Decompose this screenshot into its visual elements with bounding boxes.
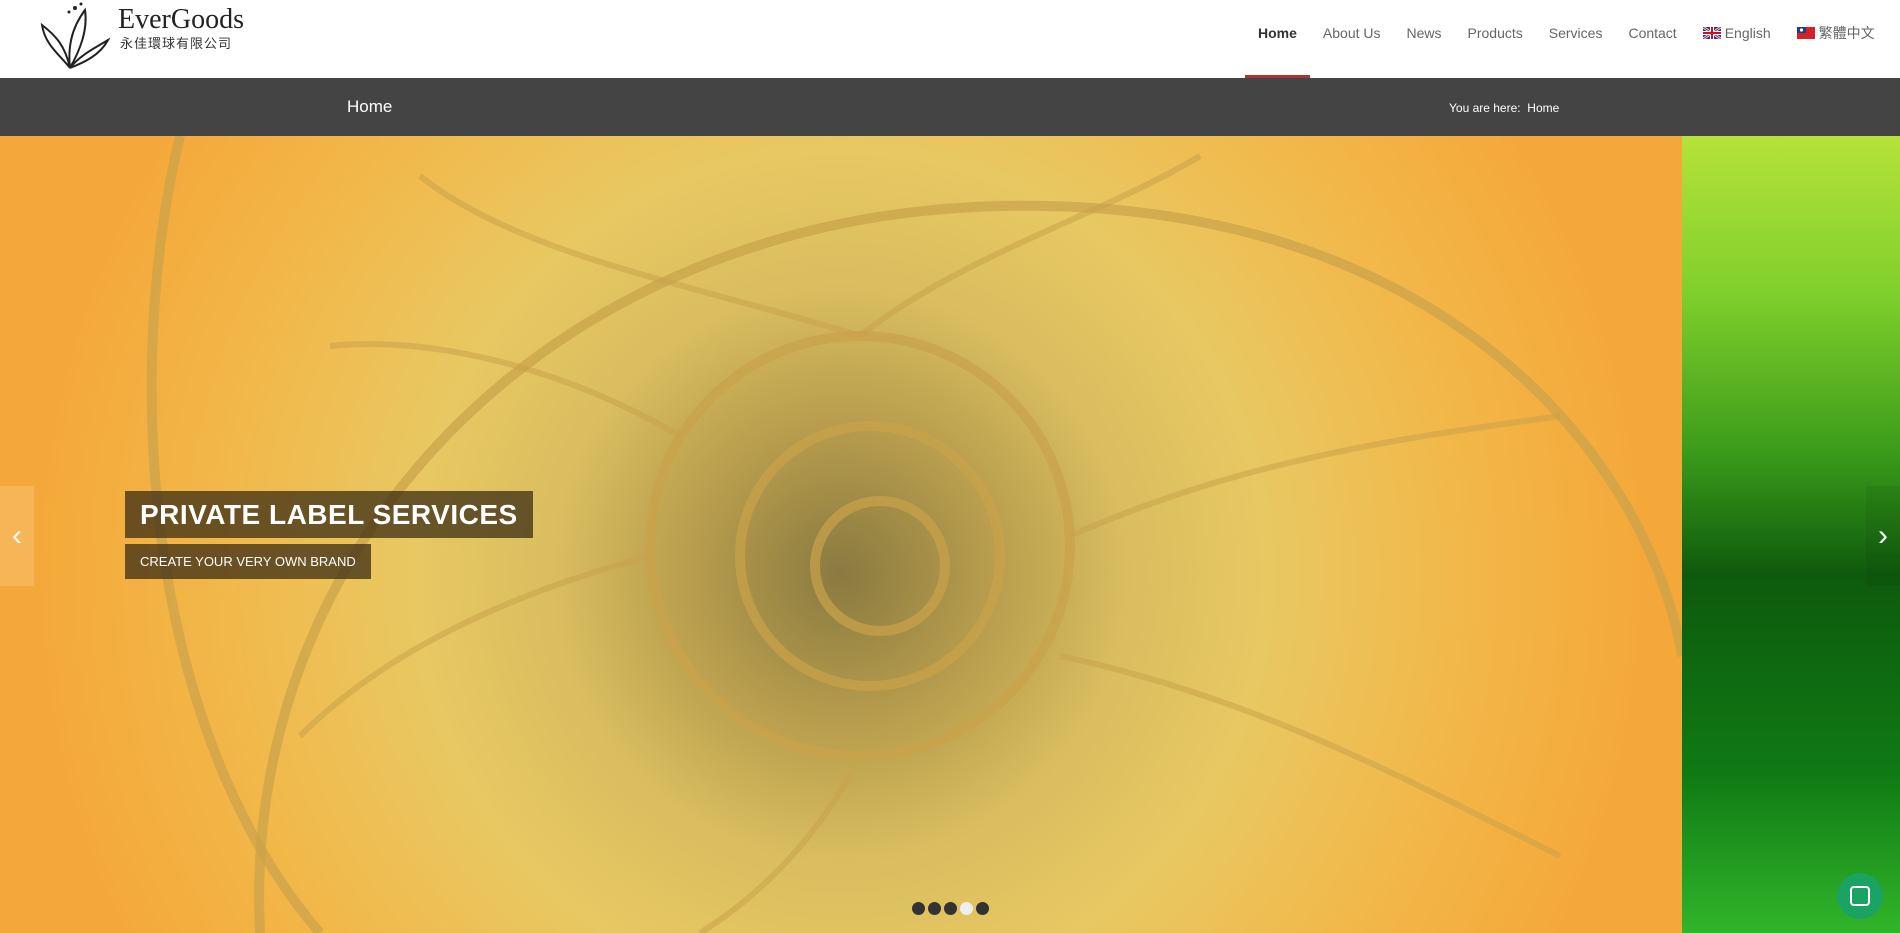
site-logo[interactable]: EverGoods 永佳環球有限公司 [40,0,260,72]
breadcrumb: You are here: Home [1449,101,1559,115]
slider-next-button[interactable]: › [1866,486,1900,586]
taiwan-flag-icon [1796,27,1815,39]
lang-english-label: English [1724,25,1771,41]
nav-about-us[interactable]: About Us [1310,0,1394,66]
logo-text: EverGoods [118,4,244,35]
nav-contact[interactable]: Contact [1615,0,1689,66]
logo-subtext: 永佳環球有限公司 [120,37,233,52]
nav-home[interactable]: Home [1245,0,1310,78]
slider-pagination [912,902,989,915]
slider-dot[interactable] [944,902,957,915]
chat-icon [1850,886,1870,906]
nav-products[interactable]: Products [1455,0,1536,66]
slide-caption-subtitle: CREATE YOUR VERY OWN BRAND [125,544,371,579]
site-header: EverGoods 永佳環球有限公司 Home About Us News Pr… [0,0,1900,79]
leaf-logo-icon [40,2,110,69]
slider-dot[interactable] [912,902,925,915]
chat-launcher-button[interactable] [1837,873,1883,919]
breadcrumb-home-link[interactable]: Home [1527,101,1559,115]
page-title-bar: Home You are here: Home [0,78,1900,136]
uk-flag-icon [1702,27,1721,39]
nav-services[interactable]: Services [1536,0,1616,66]
chevron-right-icon: › [1878,519,1888,552]
lang-chinese-label: 繁體中文 [1818,25,1875,41]
lang-english[interactable]: English [1690,0,1784,66]
nav-news[interactable]: News [1394,0,1455,66]
lang-chinese[interactable]: 繁體中文 [1784,0,1888,66]
slide-caption-title: PRIVATE LABEL SERVICES [125,491,533,538]
hero-slider: PRIVATE LABEL SERVICES CREATE YOUR VERY … [0,136,1900,933]
slider-dot-active[interactable] [960,902,973,915]
chevron-left-icon: ‹ [12,519,22,552]
slider-dot[interactable] [976,902,989,915]
page-title: Home [347,97,393,116]
slider-dot[interactable] [928,902,941,915]
main-nav: Home About Us News Products Services Con… [1245,0,1888,78]
slider-prev-button[interactable]: ‹ [0,486,34,586]
breadcrumb-prefix: You are here: [1449,101,1521,115]
